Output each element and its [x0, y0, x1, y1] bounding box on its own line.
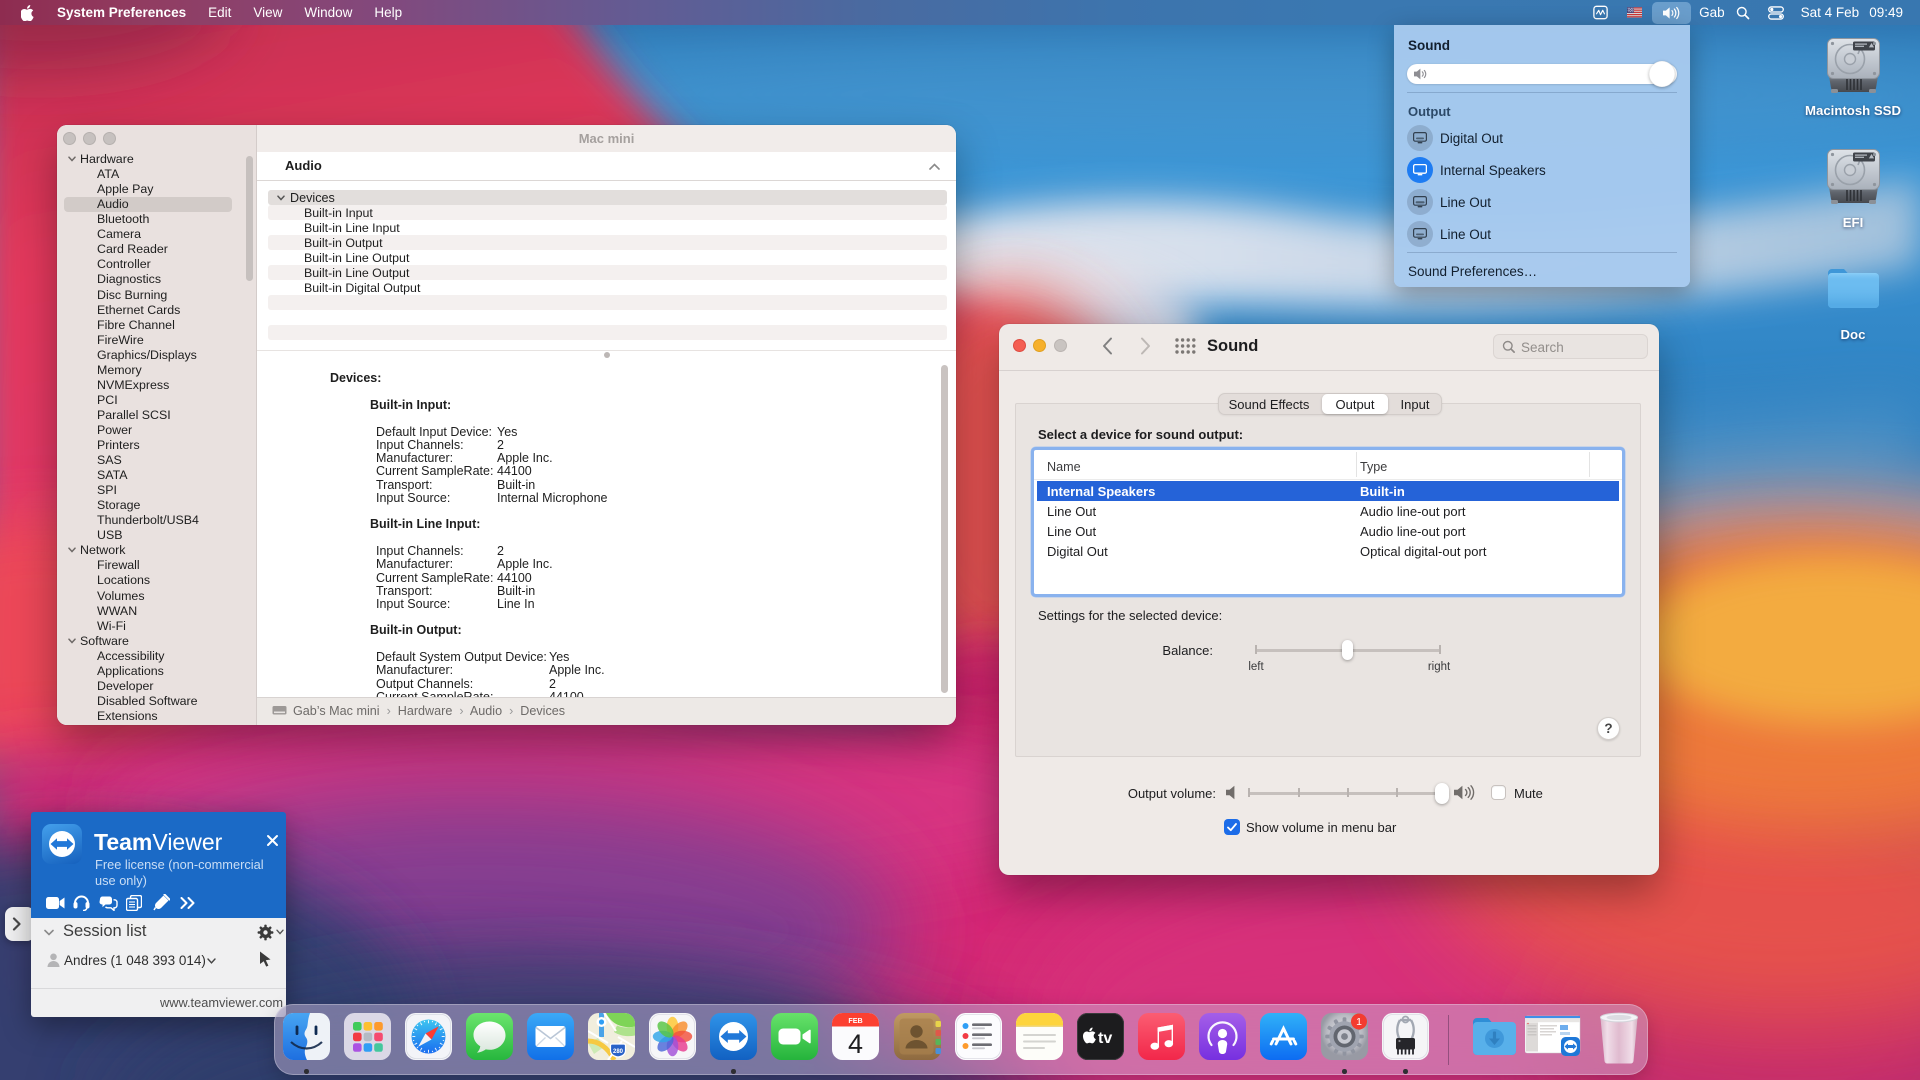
svg-text:FEB: FEB [848, 1016, 862, 1025]
svg-text:280: 280 [613, 1049, 624, 1055]
svg-text:1: 1 [1356, 1016, 1362, 1028]
svg-text:4: 4 [848, 1029, 863, 1059]
svg-text:tv: tv [1098, 1030, 1112, 1047]
